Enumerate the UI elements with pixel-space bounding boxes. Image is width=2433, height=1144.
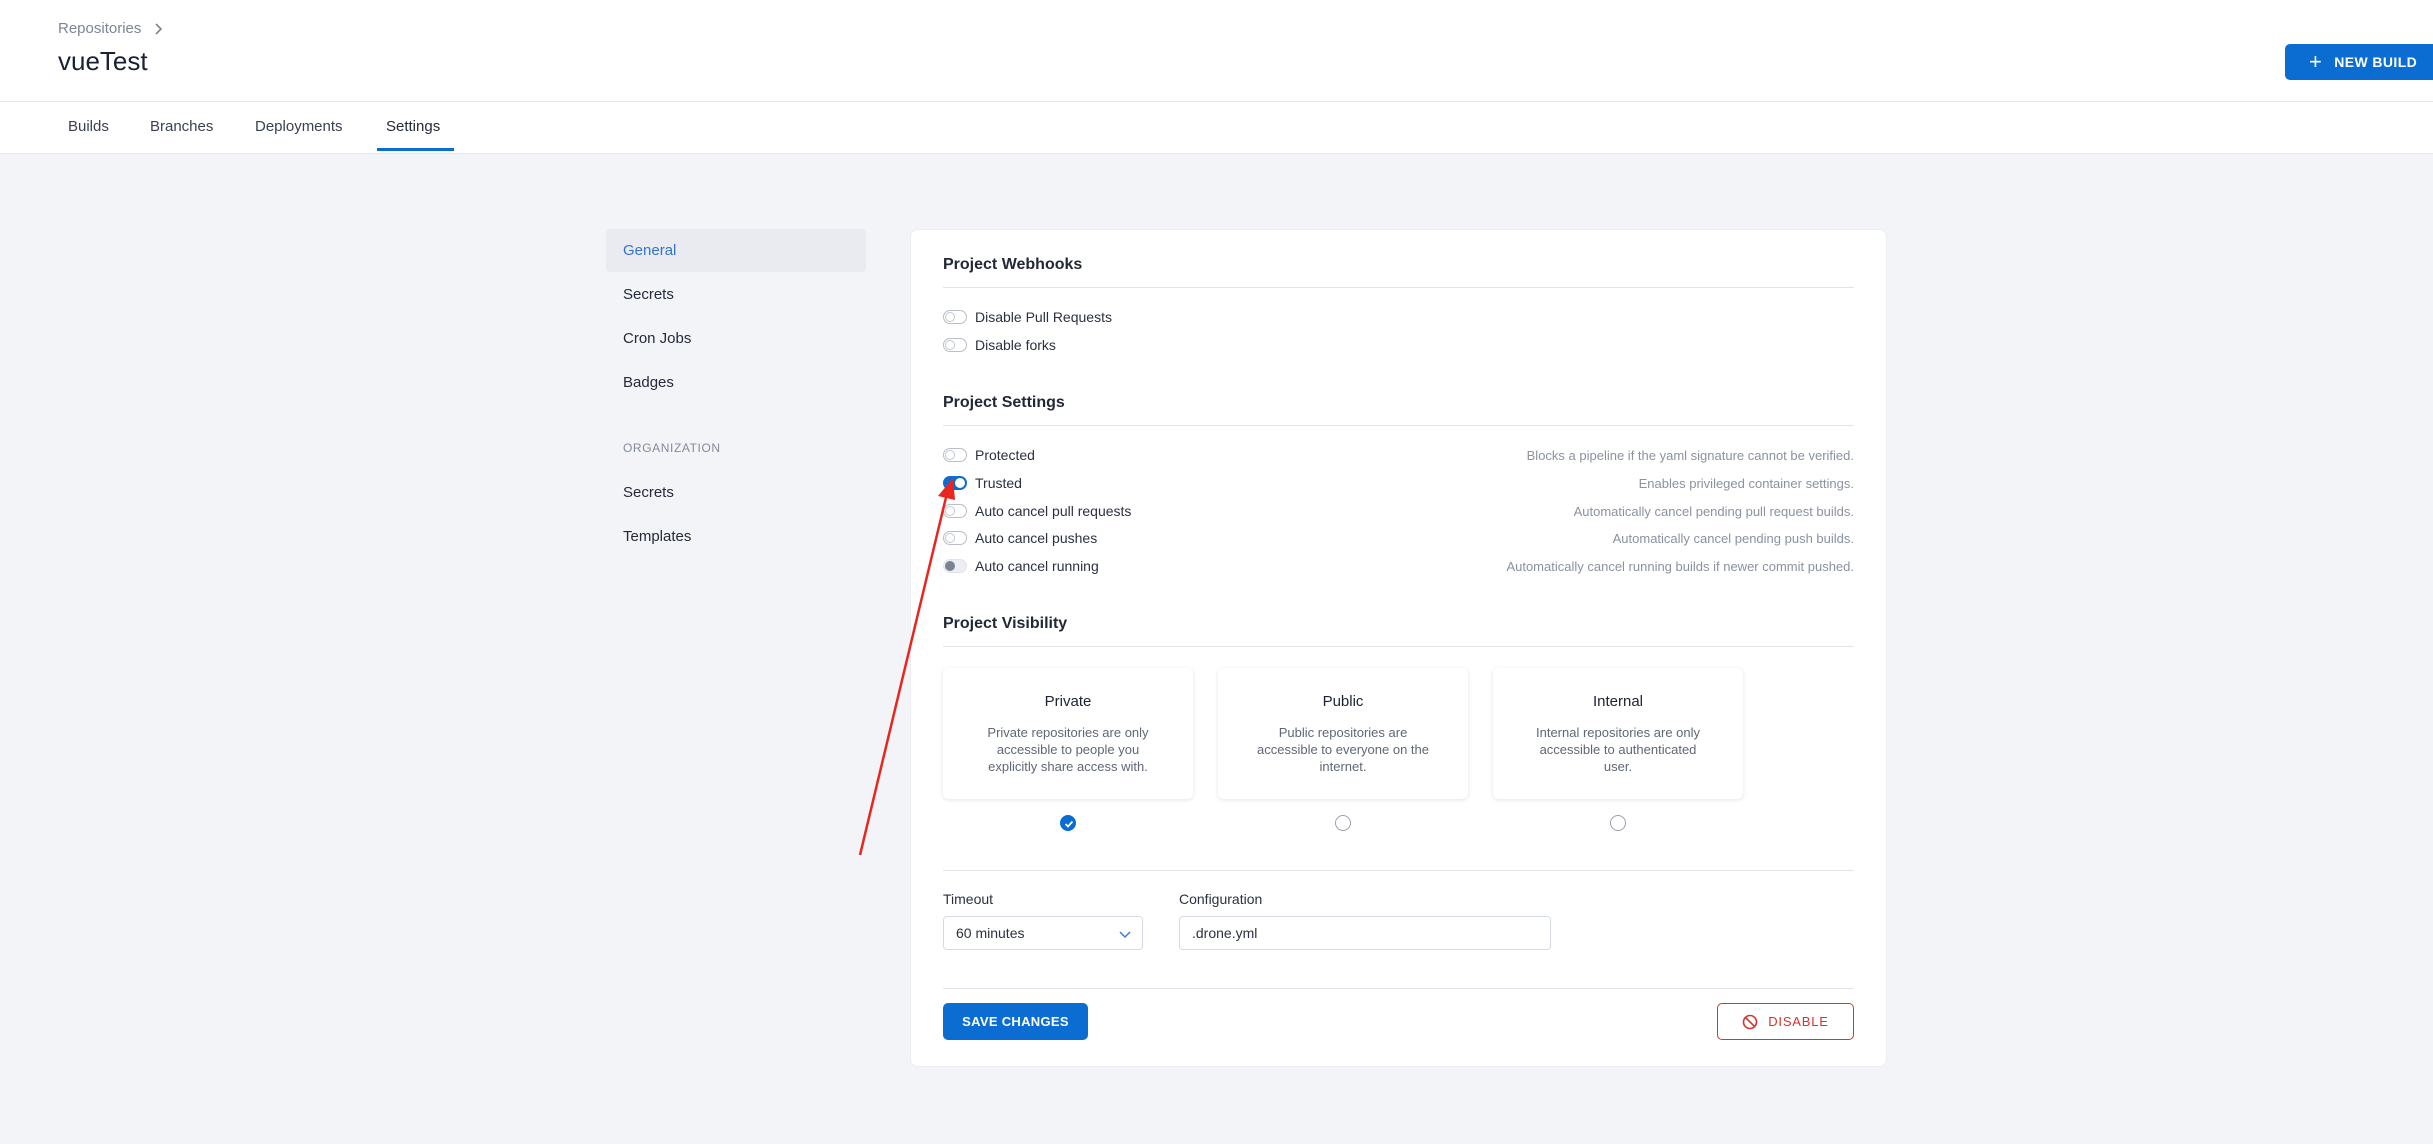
visibility-option-public[interactable]: Public Public repositories are accessibl… xyxy=(1218,668,1468,799)
settings-card: Project Webhooks Disable Pull Requests D… xyxy=(910,229,1887,1067)
sidebar-item-templates[interactable]: Templates xyxy=(606,515,866,558)
configuration-label: Configuration xyxy=(1179,891,1263,907)
section-title-visibility: Project Visibility xyxy=(943,615,1068,632)
timeout-label: Timeout xyxy=(943,891,994,907)
toggle-description: Enables privileged container settings. xyxy=(1638,475,1854,491)
visibility-option-title: Public xyxy=(1322,693,1364,710)
toggle-label: Disable forks xyxy=(975,337,1056,353)
tab-settings[interactable]: Settings xyxy=(386,118,440,151)
section-title-webhooks: Project Webhooks xyxy=(943,256,1083,273)
toggle-row-auto-cancel-running: Auto cancel running Automatically cancel… xyxy=(943,555,1854,577)
top-bar: Repositories vueTest + NEW BUILD xyxy=(0,0,2433,154)
disable-label: DISABLE xyxy=(1768,1014,1829,1029)
sidebar-item-org-secrets[interactable]: Secrets xyxy=(606,471,866,514)
visibility-option-description: Internal repositories are only accessibl… xyxy=(1535,725,1701,774)
plus-icon: + xyxy=(2309,49,2323,74)
timeout-value: 60 minutes xyxy=(956,925,1025,941)
breadcrumb: Repositories xyxy=(58,20,165,37)
toggle-disable-forks[interactable] xyxy=(943,338,967,352)
chevron-down-icon xyxy=(1119,931,1131,939)
timeout-select[interactable]: 60 minutes xyxy=(943,916,1143,950)
active-tab-indicator xyxy=(377,148,454,151)
sidebar-item-secrets[interactable]: Secrets xyxy=(606,273,866,316)
visibility-option-private[interactable]: Private Private repositories are only ac… xyxy=(943,668,1193,799)
divider xyxy=(943,870,1854,871)
new-build-label: NEW BUILD xyxy=(2334,54,2418,70)
toggle-label: Protected xyxy=(975,447,1035,463)
block-icon xyxy=(1742,1014,1758,1029)
checkmark-icon xyxy=(1064,820,1074,828)
toggle-row-protected: Protected Blocks a pipeline if the yaml … xyxy=(943,444,1854,466)
disable-button[interactable]: DISABLE xyxy=(1717,1003,1854,1040)
divider xyxy=(943,988,1854,989)
divider xyxy=(943,425,1854,426)
divider xyxy=(943,287,1854,288)
toggle-row-disable-forks: Disable forks xyxy=(943,334,1854,356)
new-build-button[interactable]: + NEW BUILD xyxy=(2285,44,2433,80)
toggle-auto-cancel-running[interactable] xyxy=(943,559,967,573)
visibility-option-internal[interactable]: Internal Internal repositories are only … xyxy=(1493,668,1743,799)
toggle-label: Trusted xyxy=(975,475,1022,491)
sidebar-heading-organization: ORGANIZATION xyxy=(623,441,721,455)
configuration-input[interactable] xyxy=(1179,916,1551,950)
toggle-protected[interactable] xyxy=(943,448,967,462)
sidebar-item-general[interactable]: General xyxy=(606,229,866,272)
tab-branches[interactable]: Branches xyxy=(150,118,213,151)
radio-public[interactable] xyxy=(1335,815,1351,831)
toggle-description: Automatically cancel pending push builds… xyxy=(1612,530,1854,546)
tab-builds[interactable]: Builds xyxy=(68,118,109,151)
visibility-option-description: Private repositories are only accessible… xyxy=(987,725,1149,774)
toggle-disable-pull-requests[interactable] xyxy=(943,310,967,324)
page-title: vueTest xyxy=(58,46,148,76)
toggle-row-disable-pull-requests: Disable Pull Requests xyxy=(943,306,1854,328)
radio-private[interactable] xyxy=(1060,815,1076,831)
visibility-option-title: Private xyxy=(1044,693,1092,710)
sidebar-item-cron-jobs[interactable]: Cron Jobs xyxy=(606,317,866,360)
toggle-description: Automatically cancel running builds if n… xyxy=(1506,558,1854,574)
divider xyxy=(943,646,1854,647)
toggle-label: Auto cancel pushes xyxy=(975,530,1098,546)
toggle-label: Disable Pull Requests xyxy=(975,309,1112,325)
toggle-row-auto-cancel-pull-requests: Auto cancel pull requests Automatically … xyxy=(943,500,1854,522)
save-changes-button[interactable]: SAVE CHANGES xyxy=(943,1003,1088,1040)
radio-internal[interactable] xyxy=(1610,815,1626,831)
divider xyxy=(0,101,2433,102)
toggle-label: Auto cancel pull requests xyxy=(975,503,1132,519)
visibility-option-description: Public repositories are accessible to ev… xyxy=(1257,725,1429,774)
toggle-description: Automatically cancel pending pull reques… xyxy=(1573,503,1854,519)
toggle-description: Blocks a pipeline if the yaml signature … xyxy=(1526,447,1854,463)
toggle-row-auto-cancel-pushes: Auto cancel pushes Automatically cancel … xyxy=(943,527,1854,549)
chevron-right-icon xyxy=(155,22,163,35)
tab-deployments[interactable]: Deployments xyxy=(255,118,343,151)
toggle-trusted[interactable] xyxy=(943,476,967,490)
section-title-project-settings: Project Settings xyxy=(943,394,1065,411)
visibility-option-title: Internal xyxy=(1592,693,1644,710)
toggle-auto-cancel-pull-requests[interactable] xyxy=(943,504,967,518)
toggle-label: Auto cancel running xyxy=(975,558,1099,574)
breadcrumb-repositories-link[interactable]: Repositories xyxy=(58,20,141,37)
sidebar-item-badges[interactable]: Badges xyxy=(606,361,866,404)
toggle-row-trusted: Trusted Enables privileged container set… xyxy=(943,472,1854,494)
toggle-auto-cancel-pushes[interactable] xyxy=(943,531,967,545)
